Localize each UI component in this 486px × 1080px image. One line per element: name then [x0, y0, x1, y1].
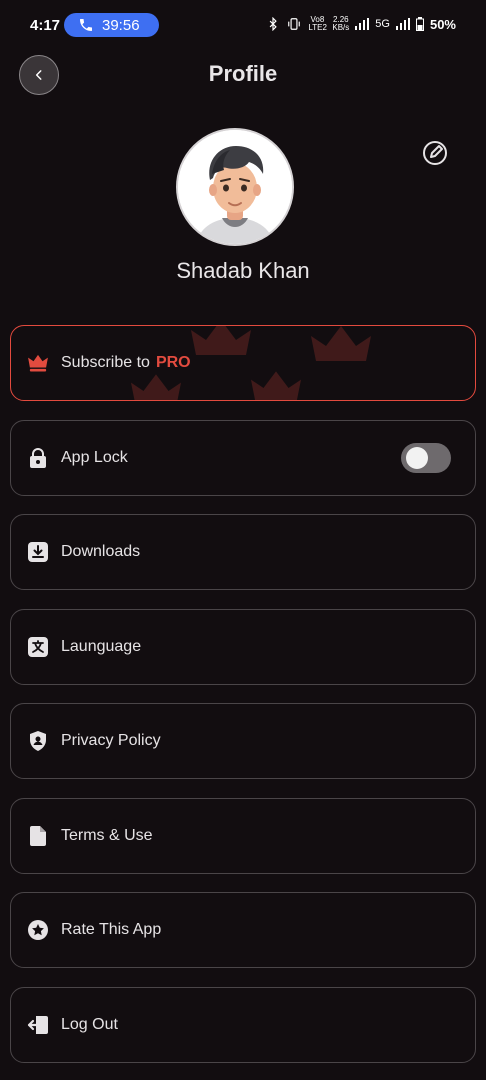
download-icon — [27, 541, 49, 563]
pro-badge: PRO — [155, 354, 191, 371]
network-type: 5G — [375, 18, 390, 30]
user-name: Shadab Khan — [176, 258, 310, 283]
lock-icon — [27, 447, 49, 469]
menu-item-label: Terms & Use — [61, 827, 153, 844]
menu-item-app-lock[interactable]: App Lock — [10, 420, 476, 496]
menu-item-label: App Lock — [61, 449, 128, 466]
document-icon — [27, 825, 49, 847]
translate-icon — [27, 636, 49, 658]
menu-item-log-out[interactable]: Log Out — [10, 987, 476, 1063]
signal-icon-2 — [395, 18, 410, 30]
crown-icon — [27, 352, 49, 374]
menu-item-terms[interactable]: Terms & Use — [10, 798, 476, 874]
page-title: Profile — [208, 61, 278, 86]
menu-item-label: Privacy Policy — [61, 732, 161, 749]
subscribe-label: Subscribe to PRO — [61, 354, 191, 371]
volte-indicator: Vo8 LTE2 — [308, 15, 327, 32]
vibrate-icon — [288, 18, 301, 30]
phone-icon — [80, 19, 92, 31]
battery-percent: 50% — [429, 16, 456, 32]
status-time: 4:17 — [30, 17, 61, 34]
menu-item-language[interactable]: Launguage — [10, 609, 476, 685]
net-speed: 2.26 KB/s — [332, 15, 350, 32]
crown-watermark-icon — [311, 326, 371, 361]
menu-item-rate-app[interactable]: Rate This App — [10, 892, 476, 968]
edit-icon — [423, 141, 447, 165]
menu-item-downloads[interactable]: Downloads — [10, 514, 476, 590]
avatar-illustration — [178, 130, 292, 244]
edit-profile-button[interactable] — [421, 139, 449, 167]
menu-item-privacy-policy[interactable]: Privacy Policy — [10, 703, 476, 779]
ongoing-call-chip[interactable]: 39:56 — [64, 13, 159, 37]
menu-item-label: Launguage — [61, 638, 142, 655]
menu-item-label: Log Out — [61, 1016, 118, 1033]
toggle-knob — [406, 447, 428, 469]
star-icon — [27, 919, 49, 941]
call-duration: 39:56 — [102, 16, 140, 34]
battery-icon — [415, 17, 424, 31]
logout-icon — [27, 1014, 49, 1036]
status-bar: 4:17 39:56 Vo8 LTE2 2.26 KB/s 5G 50% — [0, 0, 486, 50]
signal-icon — [355, 18, 370, 30]
avatar — [176, 128, 294, 246]
app-lock-toggle[interactable] — [401, 443, 451, 473]
menu-item-label: Rate This App — [61, 921, 162, 938]
menu-item-label: Downloads — [61, 543, 141, 560]
bluetooth-icon — [270, 17, 278, 31]
crown-watermark-icon — [191, 326, 251, 355]
crown-watermark-icon — [131, 374, 181, 400]
privacy-shield-icon — [27, 730, 49, 752]
subscribe-pro-card[interactable]: Subscribe to PRO — [10, 325, 476, 401]
status-icons: Vo8 LTE2 2.26 KB/s 5G 50% — [266, 16, 456, 32]
crown-watermark-icon — [251, 371, 301, 400]
